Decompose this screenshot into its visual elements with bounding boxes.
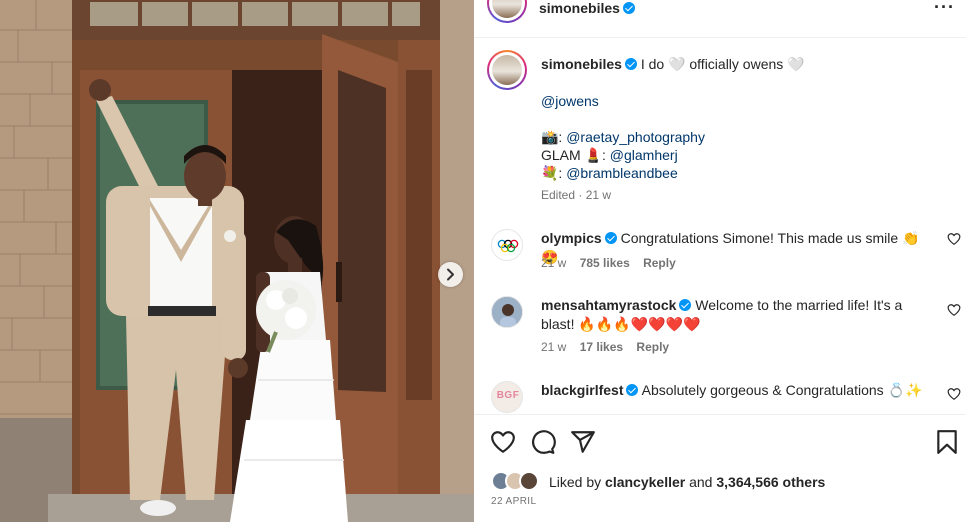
likes-count[interactable]: 3,364,566 others: [716, 474, 825, 490]
comment-meta: 21 w 785 likes Reply: [541, 256, 686, 270]
comment-username[interactable]: olympics: [541, 230, 602, 246]
comment-like-heart-icon[interactable]: [947, 303, 961, 317]
chevron-right-icon: [447, 268, 454, 281]
comment-username[interactable]: mensahtamyrastock: [541, 297, 676, 313]
liked-by-prefix: Liked by: [549, 474, 602, 490]
caption-avatar[interactable]: [487, 50, 527, 90]
mention-link[interactable]: @jowens: [541, 93, 599, 109]
verified-badge-icon: [604, 232, 617, 244]
verified-badge-icon: [679, 299, 692, 311]
reply-button[interactable]: Reply: [636, 340, 669, 354]
comment-time: 21 w: [541, 256, 567, 270]
heart-icon[interactable]: [490, 429, 516, 455]
comment-username[interactable]: blackgirlfest: [541, 382, 623, 398]
comment-meta: 21 w 17 likes Reply: [541, 340, 679, 354]
avatar-image: [492, 55, 522, 85]
likes-joiner: and: [689, 474, 713, 490]
glam-credit-label: GLAM 💄:: [541, 147, 606, 163]
liker-username[interactable]: clancykeller: [605, 474, 685, 490]
comment-avatar[interactable]: [491, 229, 523, 261]
glam-credit-link[interactable]: @glamherj: [610, 147, 678, 163]
avatar-text: BGF: [496, 390, 520, 401]
post-date: 22 APRIL: [491, 496, 537, 507]
comment-avatar[interactable]: [491, 296, 523, 328]
verified-badge-icon: [622, 2, 635, 14]
verified-badge-icon: [626, 384, 639, 396]
comment-text: Absolutely gorgeous & Congratulations 💍✨: [641, 382, 923, 398]
comment-likes[interactable]: 17 likes: [580, 340, 623, 354]
comment-like-heart-icon[interactable]: [947, 387, 961, 401]
comment-like-heart-icon[interactable]: [947, 232, 961, 246]
header-username-wrap: simonebiles: [539, 0, 635, 16]
flowers-credit-label: 💐:: [541, 165, 563, 181]
wedding-photo: [0, 0, 474, 522]
post-photo[interactable]: [0, 0, 474, 522]
share-icon[interactable]: [570, 429, 596, 455]
bookmark-icon[interactable]: [934, 429, 960, 455]
comment-icon[interactable]: [530, 429, 556, 455]
flowers-credit-link[interactable]: @brambleandbee: [566, 165, 678, 181]
olympic-rings-icon: [497, 239, 519, 253]
verified-badge-icon: [624, 58, 637, 70]
header-username[interactable]: simonebiles: [539, 0, 620, 16]
more-horizontal-icon[interactable]: ···: [934, 0, 955, 16]
liker-avatar[interactable]: [519, 471, 539, 491]
avatar-image: [492, 297, 522, 327]
header-avatar[interactable]: [487, 0, 527, 23]
photo-credit-link[interactable]: @raetay_photography: [566, 129, 705, 145]
likes-text: Liked by clancykeller and 3,364,566 othe…: [549, 474, 825, 490]
comment-item: mensahtamyrastock Welcome to the married…: [491, 296, 961, 356]
comment-time: 21 w: [541, 340, 567, 354]
next-photo-button[interactable]: [438, 262, 463, 287]
comment-text-wrap: mensahtamyrastock Welcome to the married…: [541, 296, 936, 334]
caption-text: I do 🤍 officially owens 🤍: [640, 56, 805, 72]
post-panel: simonebiles ··· simonebiles I do 🤍 offic…: [474, 0, 966, 522]
caption-meta: Edited · 21 w: [541, 188, 612, 202]
photo-credit-label: 📸:: [541, 129, 563, 145]
comment-item: olympics Congratulations Simone! This ma…: [491, 229, 961, 289]
caption-body: simonebiles I do 🤍 officially owens 🤍 @j…: [541, 55, 951, 204]
action-bar: Liked by clancykeller and 3,364,566 othe…: [474, 414, 966, 522]
comment-text-wrap: blackgirlfest Absolutely gorgeous & Cong…: [541, 381, 936, 400]
post-header: simonebiles ···: [474, 0, 966, 38]
comment-likes[interactable]: 785 likes: [580, 256, 630, 270]
comment-avatar[interactable]: BGF: [491, 381, 523, 413]
caption-username[interactable]: simonebiles: [541, 56, 622, 72]
avatar-image: [492, 0, 522, 18]
reply-button[interactable]: Reply: [643, 256, 676, 270]
